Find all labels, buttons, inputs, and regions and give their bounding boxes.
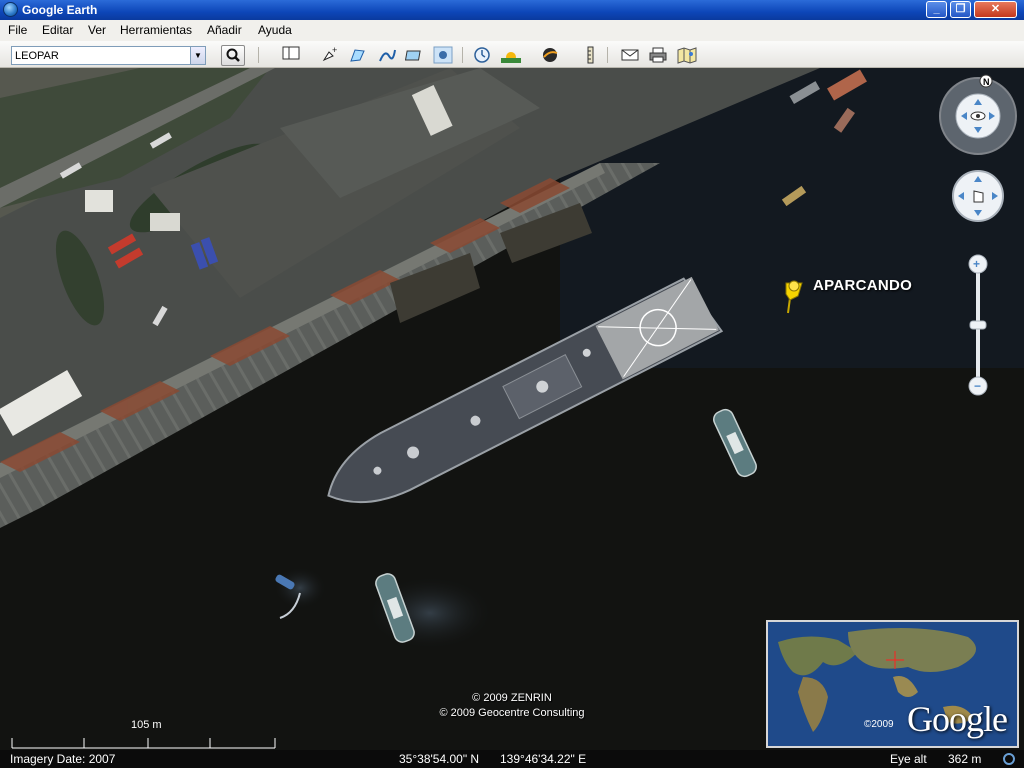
imagery-date: Imagery Date: 2007 [10, 752, 116, 766]
latitude-readout: 35°38'54.00" N [399, 752, 480, 766]
zoom-slider[interactable]: + − [968, 254, 988, 396]
navigation-controls: N + − [939, 74, 1017, 396]
menu-editar[interactable]: Editar [42, 23, 73, 37]
eye-alt-value: 362 m [948, 752, 982, 766]
streaming-indicator-icon [1003, 753, 1015, 765]
overview-map[interactable]: ©2009 Google [766, 620, 1019, 748]
close-button[interactable]: ✕ [974, 1, 1017, 18]
svg-text:−: − [974, 379, 981, 393]
historical-imagery-icon[interactable] [472, 46, 492, 64]
google-earth-icon [3, 2, 18, 17]
view-in-google-maps-icon[interactable] [676, 46, 697, 64]
toolbar: ▼ + [0, 41, 1024, 68]
ruler-icon[interactable] [580, 46, 600, 64]
restore-button[interactable]: ❐ [950, 1, 971, 18]
switch-sky-planet-icon[interactable] [540, 46, 560, 64]
placemark-label[interactable]: APARCANDO [813, 277, 912, 294]
menu-file[interactable]: File [8, 23, 27, 37]
menu-bar: File Editar Ver Herramientas Añadir Ayud… [0, 20, 1024, 41]
svg-text:N: N [983, 77, 990, 87]
map-viewport[interactable]: APARCANDO © 2009 ZENRIN © 2009 Geocentre… [0, 68, 1024, 750]
print-icon[interactable] [648, 46, 668, 64]
status-bar: Imagery Date: 2007 35°38'54.00" N 139°46… [0, 750, 1024, 768]
svg-text:+: + [332, 46, 337, 55]
north-indicator[interactable]: N [979, 74, 993, 88]
record-tour-icon[interactable] [432, 46, 453, 64]
add-polygon-icon[interactable] [348, 46, 368, 64]
window-title: Google Earth [22, 3, 98, 17]
magnifier-icon [226, 48, 240, 62]
menu-ayuda[interactable]: Ayuda [258, 23, 292, 37]
sidebar-toggle-icon[interactable] [281, 46, 301, 64]
add-path-icon[interactable] [377, 46, 397, 64]
add-placemark-icon[interactable]: + [319, 45, 339, 64]
search-history-dropdown[interactable]: ▼ [190, 47, 205, 64]
title-bar[interactable]: Google Earth _ ❐ ✕ [0, 0, 1024, 20]
sunlight-icon[interactable] [500, 46, 521, 64]
email-icon[interactable] [620, 46, 640, 64]
svg-text:+: + [973, 257, 980, 271]
scale-legend: 105 m [10, 718, 280, 750]
search-button[interactable] [221, 45, 245, 66]
move-joystick[interactable] [952, 170, 1004, 222]
longitude-readout: 139°46'34.22" E [500, 752, 587, 766]
google-logo: Google [907, 699, 1008, 739]
menu-ver[interactable]: Ver [88, 23, 106, 37]
overview-copyright: ©2009 [864, 719, 894, 730]
menu-anadir[interactable]: Añadir [207, 23, 242, 37]
minimize-button[interactable]: _ [926, 1, 947, 18]
look-joystick[interactable] [939, 77, 1017, 155]
add-image-overlay-icon[interactable] [404, 46, 425, 64]
eye-alt-label: Eye alt [890, 752, 927, 766]
search-input[interactable] [11, 46, 206, 65]
menu-herramientas[interactable]: Herramientas [120, 23, 192, 37]
